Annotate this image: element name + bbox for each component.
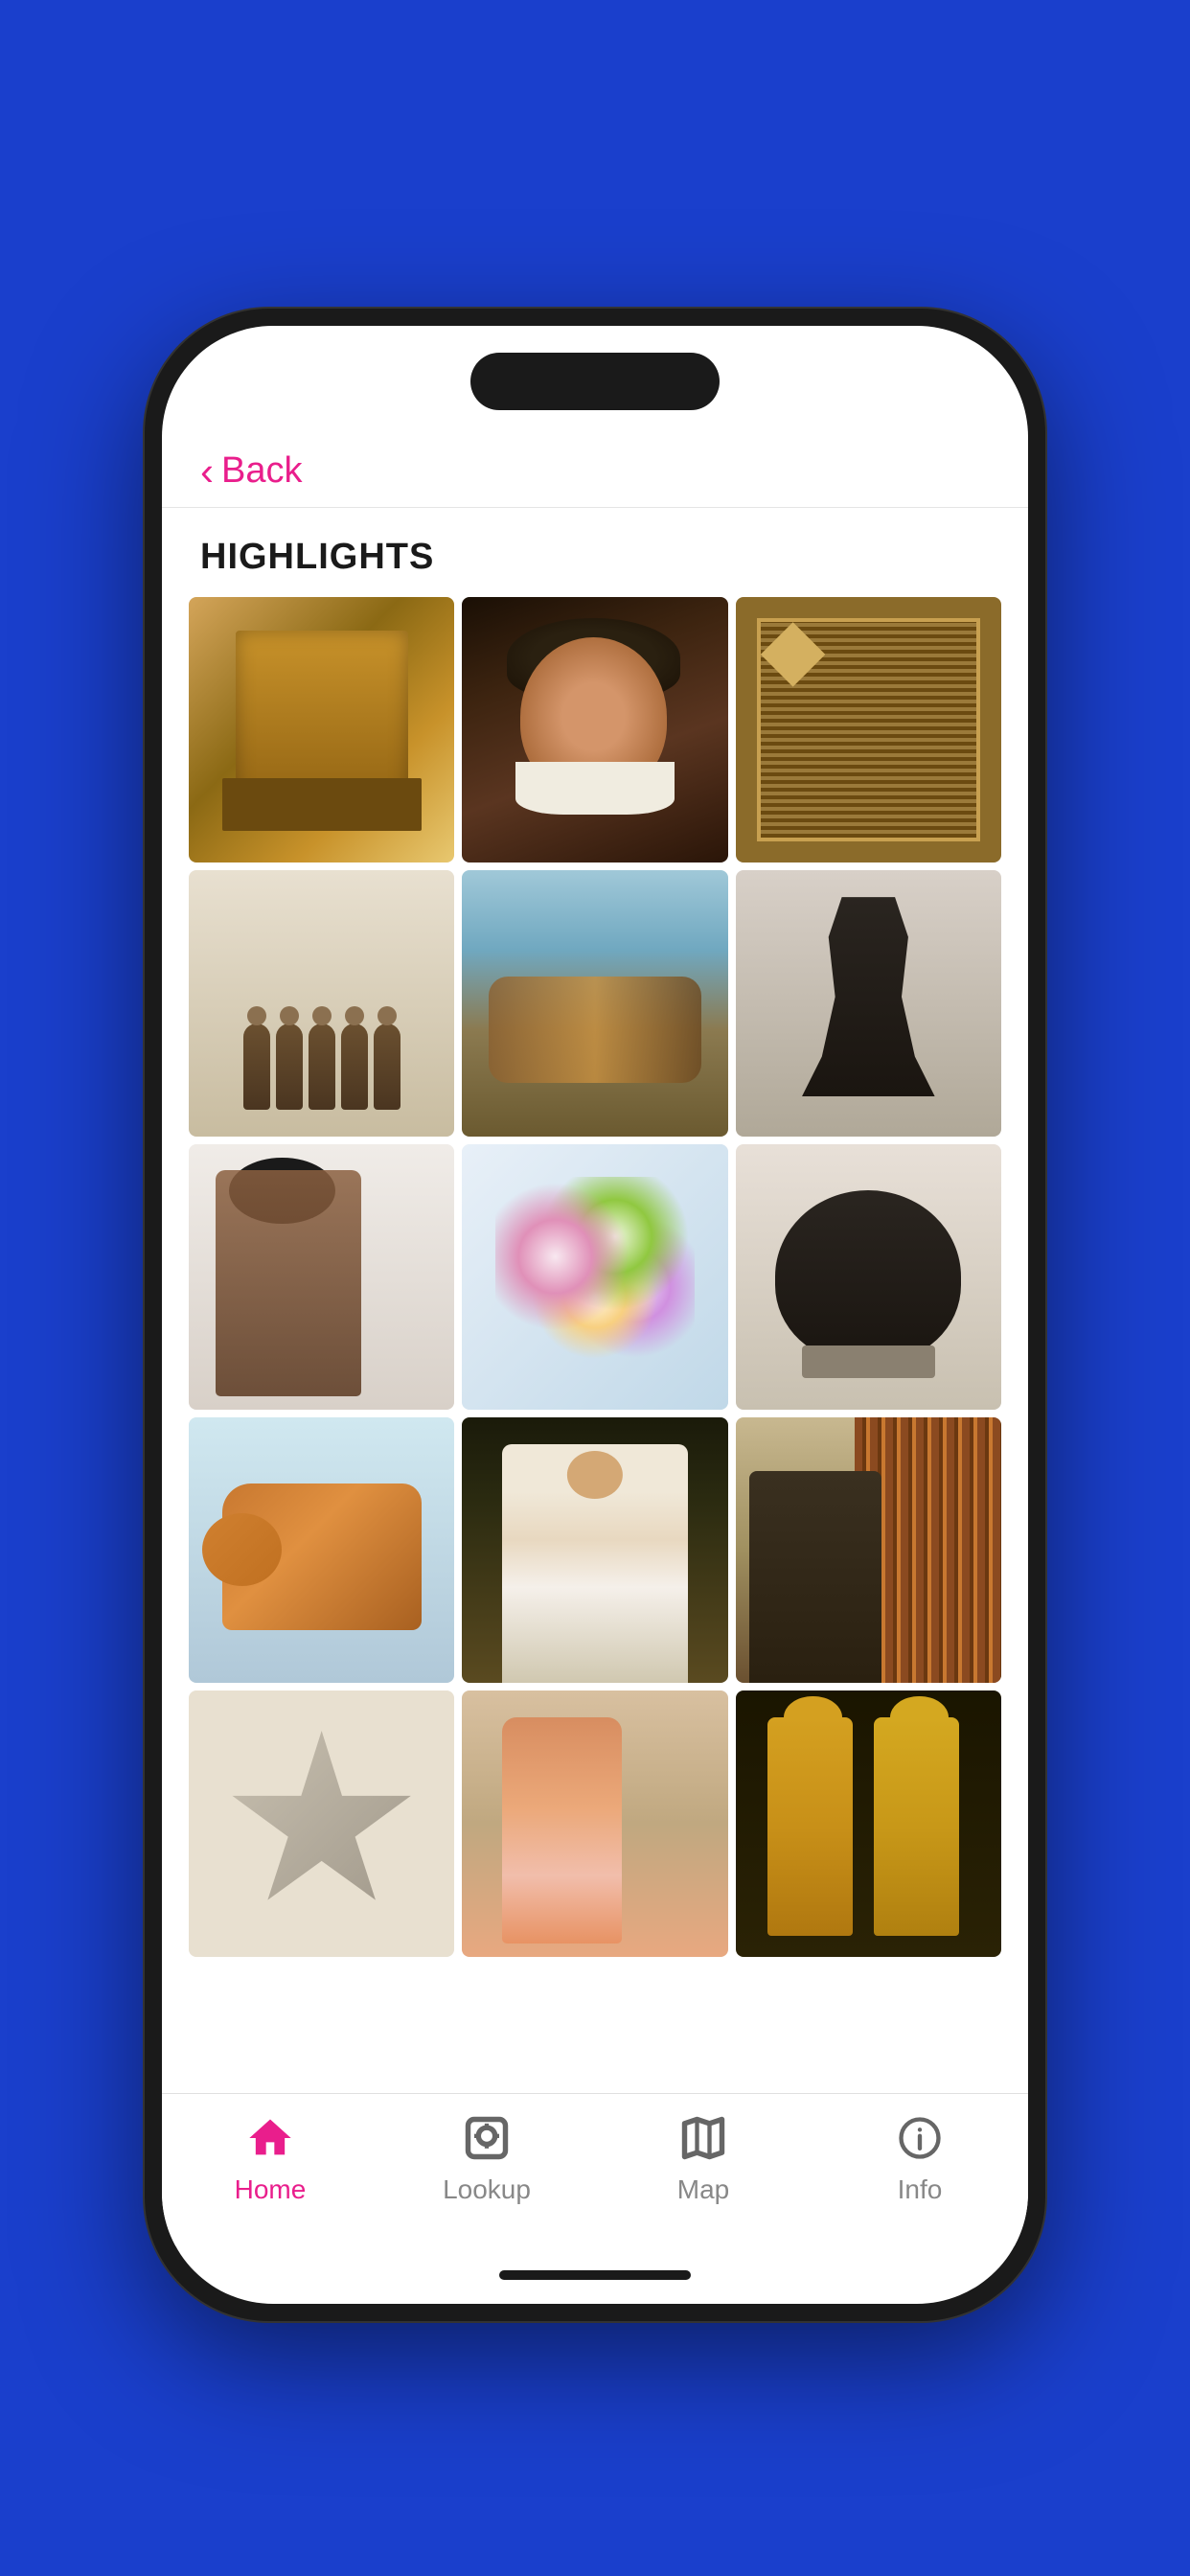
grid-cell-4[interactable]	[189, 870, 454, 1136]
artwork-12	[736, 1417, 1001, 1683]
nav-back[interactable]: ‹ Back	[162, 431, 1028, 508]
artwork-6	[736, 870, 1001, 1136]
artwork-7	[189, 1144, 454, 1410]
back-chevron-icon: ‹	[200, 451, 214, 492]
artwork-2	[462, 597, 727, 862]
back-button-label[interactable]: Back	[221, 450, 302, 492]
grid-cell-13[interactable]	[189, 1690, 454, 1956]
grid-cell-6[interactable]	[736, 870, 1001, 1136]
home-icon	[241, 2109, 299, 2167]
highlights-grid	[162, 597, 1028, 2093]
section-title: HIGHLIGHTS	[162, 508, 1028, 597]
artwork-11	[462, 1417, 727, 1683]
tab-item-lookup[interactable]: Lookup	[378, 2109, 595, 2205]
grid-cell-14[interactable]	[462, 1690, 727, 1956]
tab-bar: Home Lookup	[162, 2093, 1028, 2246]
artwork-5	[462, 870, 727, 1136]
artwork-3	[736, 597, 1001, 862]
tab-home-label: Home	[235, 2174, 307, 2205]
grid-cell-9[interactable]	[736, 1144, 1001, 1410]
grid-cell-3[interactable]	[736, 597, 1001, 862]
grid-cell-12[interactable]	[736, 1417, 1001, 1683]
dynamic-island	[470, 353, 720, 410]
grid-cell-7[interactable]	[189, 1144, 454, 1410]
artwork-9	[736, 1144, 1001, 1410]
phone-mockup: ‹ Back HIGHLIGHTS	[145, 309, 1045, 2321]
artwork-13	[189, 1690, 454, 1956]
tab-map-label: Map	[677, 2174, 729, 2205]
grid-cell-10[interactable]	[189, 1417, 454, 1683]
artwork-14	[462, 1690, 727, 1956]
phone-screen: ‹ Back HIGHLIGHTS	[162, 326, 1028, 2304]
artwork-15	[736, 1690, 1001, 1956]
tab-lookup-label: Lookup	[443, 2174, 531, 2205]
grid-cell-5[interactable]	[462, 870, 727, 1136]
artwork-10	[189, 1417, 454, 1683]
map-icon	[675, 2109, 732, 2167]
tab-item-map[interactable]: Map	[595, 2109, 812, 2205]
home-indicator	[499, 2270, 691, 2280]
grid-cell-15[interactable]	[736, 1690, 1001, 1956]
info-icon	[891, 2109, 949, 2167]
lookup-icon	[458, 2109, 515, 2167]
artwork-grid	[189, 597, 1001, 1957]
screen-content: ‹ Back HIGHLIGHTS	[162, 326, 1028, 2304]
artwork-4	[189, 870, 454, 1136]
tab-item-home[interactable]: Home	[162, 2109, 378, 2205]
grid-cell-2[interactable]	[462, 597, 727, 862]
home-bar	[162, 2246, 1028, 2304]
artwork-8	[462, 1144, 727, 1410]
tab-info-label: Info	[898, 2174, 943, 2205]
artwork-1	[189, 597, 454, 862]
grid-cell-8[interactable]	[462, 1144, 727, 1410]
grid-cell-11[interactable]	[462, 1417, 727, 1683]
grid-cell-1[interactable]	[189, 597, 454, 862]
tab-item-info[interactable]: Info	[812, 2109, 1028, 2205]
